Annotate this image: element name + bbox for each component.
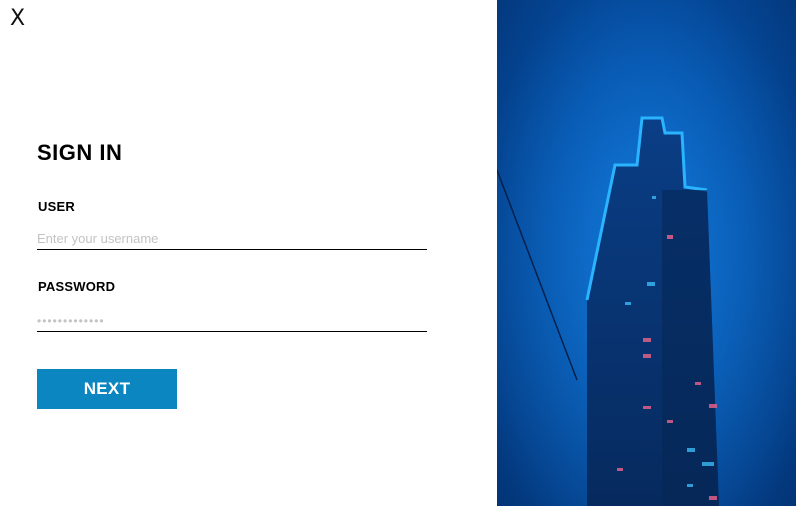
username-input[interactable] — [37, 227, 427, 250]
user-label: USER — [38, 199, 75, 214]
page-title: SIGN IN — [37, 140, 123, 165]
close-button[interactable]: X — [10, 6, 25, 32]
password-input[interactable] — [37, 309, 427, 332]
password-label: PASSWORD — [38, 279, 116, 294]
hero-image — [497, 0, 796, 506]
skyscraper-illustration — [497, 0, 796, 506]
next-button[interactable]: NEXT — [37, 369, 177, 409]
